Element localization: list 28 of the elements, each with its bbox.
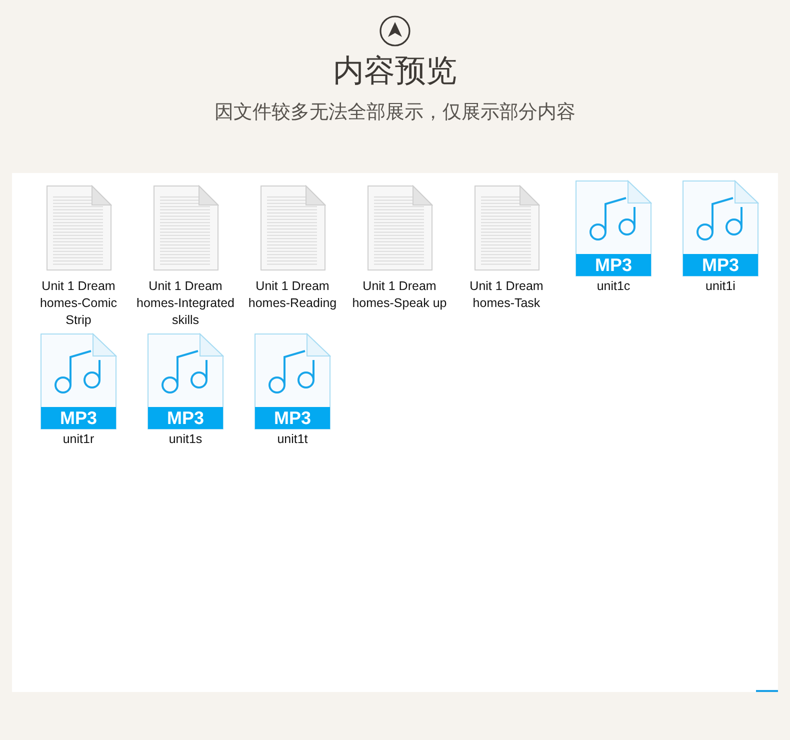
- file-name[interactable]: Unit 1 Dream homes-Speak up: [350, 278, 450, 312]
- document-icon[interactable]: [366, 185, 432, 271]
- file-type-label: MP3: [272, 407, 312, 430]
- document-icon[interactable]: [152, 185, 218, 271]
- music-file-icon[interactable]: [682, 180, 759, 277]
- document-icon[interactable]: [46, 185, 112, 271]
- music-file-icon[interactable]: [254, 333, 331, 430]
- music-file-icon[interactable]: [40, 333, 117, 430]
- file-name[interactable]: Unit 1 Dream homes-Task: [456, 278, 556, 312]
- file-name[interactable]: unit1s: [136, 431, 236, 448]
- document-icon[interactable]: [474, 185, 540, 271]
- file-name[interactable]: Unit 1 Dream homes-Integrated skills: [136, 278, 236, 329]
- file-type-label: MP3: [700, 254, 740, 277]
- music-file-icon[interactable]: [147, 333, 224, 430]
- file-name[interactable]: unit1i: [670, 278, 770, 295]
- file-type-label: MP3: [58, 407, 98, 430]
- page-subtitle: 因文件较多无法全部展示，仅展示部分内容: [214, 100, 576, 125]
- file-name[interactable]: unit1t: [242, 431, 342, 448]
- file-type-label: MP3: [594, 254, 633, 277]
- page-title: 内容预览: [333, 52, 457, 91]
- document-icon[interactable]: [260, 185, 326, 271]
- file-type-label: MP3: [166, 407, 205, 430]
- music-file-icon[interactable]: [575, 180, 652, 277]
- file-name[interactable]: unit1c: [564, 278, 664, 295]
- file-name[interactable]: Unit 1 Dream homes-Comic Strip: [28, 278, 128, 329]
- file-name[interactable]: unit1r: [28, 431, 128, 448]
- file-name[interactable]: Unit 1 Dream homes-Reading: [242, 278, 342, 312]
- scroll-indicator: [756, 690, 778, 692]
